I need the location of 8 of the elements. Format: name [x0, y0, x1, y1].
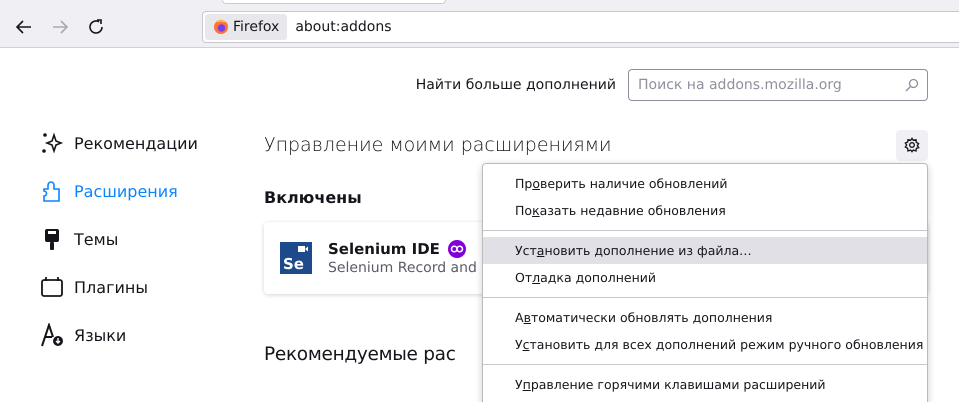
- section-heading: Включены: [264, 188, 363, 207]
- find-more-label: Найти больше дополнений: [416, 77, 616, 93]
- page-heading: Управление моими расширениями: [264, 134, 612, 156]
- addon-name: Selenium IDE: [328, 240, 440, 258]
- url-text: about:addons: [295, 19, 392, 35]
- addon-logo: Se: [280, 242, 312, 274]
- addon-description: Selenium Record and: [328, 260, 477, 276]
- section-heading: Рекомендуемые рас: [264, 344, 456, 365]
